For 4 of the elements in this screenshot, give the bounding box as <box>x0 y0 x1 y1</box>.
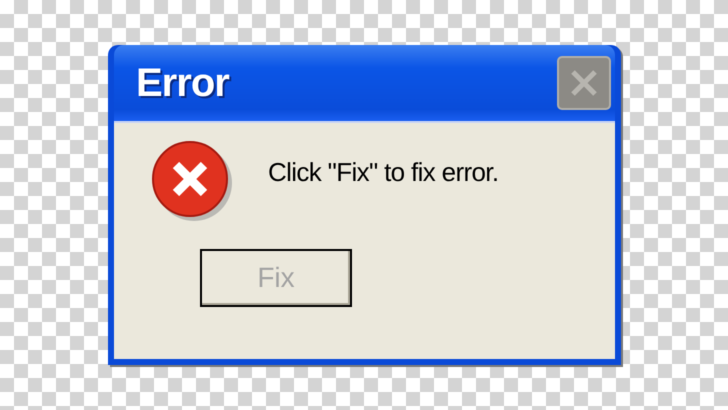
window-title: Error <box>136 60 229 107</box>
error-message: Click "Fix" to fix error. <box>268 156 498 189</box>
close-icon <box>569 68 599 98</box>
error-icon <box>152 141 234 223</box>
